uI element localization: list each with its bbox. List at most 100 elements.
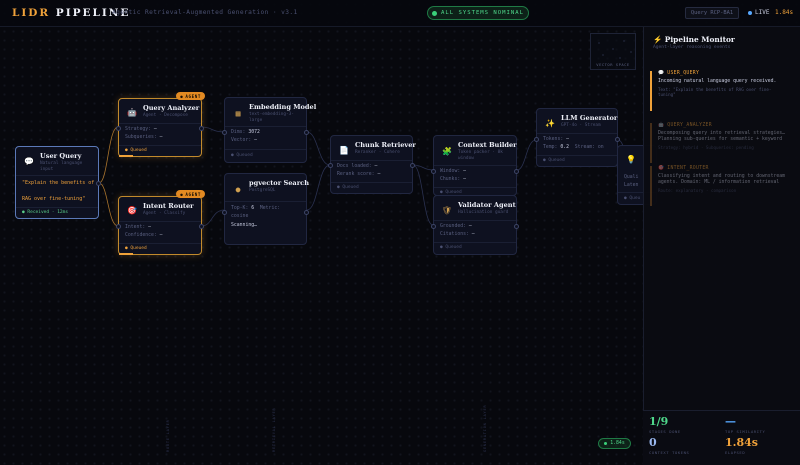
edge-chunk-context [412, 164, 434, 171]
event-title: 🎯 INTENT_ROUTER [658, 166, 709, 171]
input-port[interactable] [534, 137, 539, 142]
node-metric-tokens: Tokens: — [543, 137, 569, 142]
node-subtitle: Agent · Decompose [143, 113, 188, 118]
node-metric-intent: Intent: — [125, 225, 151, 230]
output-port[interactable] [199, 126, 204, 131]
node-metric-subqueries: Subqueries: — [125, 135, 163, 140]
event-user-query[interactable]: 💬 USER_QUERY Incoming natural language qu… [650, 71, 798, 111]
edge-router-pgvector [201, 209, 225, 227]
output-port[interactable] [410, 163, 415, 168]
node-status: ● Queued [125, 246, 147, 251]
output-port[interactable] [514, 169, 519, 174]
node-query-analyzer[interactable]: ● AGENT 🤖 Query Analyzer Agent · Decompos… [116, 92, 205, 157]
vector-space-label: VECTOR SPACE [596, 62, 630, 67]
node-embedding-model[interactable]: ▦ Embedding Model text-embedding-3- larg… [222, 97, 316, 163]
edge-query-analyzer [98, 126, 119, 184]
stats-panel: 1/9 STAGES DONE — TOP SIMILARITY 0 CONTE… [643, 410, 800, 465]
output-port[interactable] [199, 224, 204, 229]
app-subtitle: Agentic Retrieval-Augmented Generation ·… [112, 9, 298, 16]
output-port[interactable] [96, 181, 101, 186]
divider [537, 133, 617, 134]
node-pgvector-search[interactable]: ● pgvector Search PostgreSQL Top-K: 6 Me… [222, 173, 309, 245]
panel-subtitle: Agent-layer reasoning events [653, 45, 731, 50]
stat-label: ELAPSED [725, 450, 746, 455]
puzzle-icon: 🧩 [442, 146, 452, 156]
lightbulb-icon: 💡 [626, 154, 636, 164]
node-status: ● Queued [231, 153, 253, 158]
node-title: Intent Router [143, 202, 194, 210]
output-port[interactable] [514, 224, 519, 229]
input-port[interactable] [328, 163, 333, 168]
stat-similarity: — TOP SIMILARITY [725, 415, 765, 434]
progress-bar [119, 155, 133, 157]
stat-value: 1.84s [725, 436, 758, 449]
node-subtitle-2: large [249, 118, 263, 123]
node-metric-quality: Quali [624, 175, 639, 180]
input-port[interactable] [431, 169, 436, 174]
node-subtitle-2: window [458, 156, 474, 161]
node-context-builder[interactable]: 🧩 Context Builder Token packer · 8k wind… [431, 135, 519, 196]
node-status: ● Queued [125, 148, 147, 153]
bolt-icon: ⚡ [653, 35, 663, 44]
node-subtitle: Reranker · Cohere [355, 150, 400, 155]
node-metric-confidence: Confidence: — [125, 233, 163, 238]
output-port[interactable] [615, 137, 620, 142]
node-metric-chunks: Chunks: — [440, 177, 466, 182]
agent-badge: ● AGENT [176, 190, 205, 198]
event-intent-router[interactable]: 🎯 INTENT_ROUTER Classifying intent and ro… [650, 166, 798, 206]
node-status: ● Queued [440, 245, 462, 250]
node-status: ● Received · 12ms [22, 210, 69, 215]
input-port[interactable] [116, 224, 121, 229]
event-meta: Route: explanatory · comparison [658, 188, 737, 193]
node-chunk-retriever[interactable]: 📄 Chunk Retriever Reranker · Cohere Docs… [328, 135, 416, 194]
edge-chunk-validator [412, 164, 434, 226]
query-text-line2: RAG over fine-tuning" [22, 196, 86, 202]
node-intent-router[interactable]: ● AGENT 🎯 Intent Router Agent · Classify … [116, 190, 205, 255]
output-port[interactable] [304, 210, 309, 215]
node-user-query[interactable]: 💬 User Query Natural language input "Exp… [15, 146, 101, 219]
lane-label-retrieval: RETRIEVAL LAYER [272, 407, 276, 452]
node-status: ● Queued [543, 158, 565, 163]
node-validator-agent[interactable]: 🛡 Validator Agent Hallucination guard Gr… [431, 195, 519, 255]
event-title: 🤖 QUERY_ANALYZER [658, 123, 712, 128]
search-dot-icon: ● [235, 184, 241, 194]
document-icon: 📄 [339, 145, 349, 155]
chat-icon: 💬 [658, 71, 665, 76]
node-metric-latency: Laten [624, 183, 639, 188]
vector-space-minimap: VECTOR SPACE [590, 33, 636, 70]
input-port[interactable] [222, 210, 227, 215]
node-metric-docs: Docs loaded: — [337, 164, 378, 169]
query-button[interactable]: Query RCP-BA1 [685, 7, 739, 19]
divider [119, 221, 201, 222]
event-description: Incoming natural language query received… [658, 79, 777, 84]
header-elapsed: 1.84s [775, 9, 794, 16]
pipeline-monitor-panel: ⚡ Pipeline Monitor Agent-layer reasoning… [643, 27, 800, 465]
node-metric-rerank: Rerank score: — [337, 172, 381, 177]
node-metric-dims: Dims: 3072 [231, 130, 260, 135]
stat-stages: 1/9 STAGES DONE [649, 415, 681, 434]
stat-label: CONTEXT TOKENS [649, 450, 690, 455]
edge-query-router [98, 182, 119, 227]
event-description-2: Planning sub-queries for semantic + keyw… [658, 137, 783, 142]
divider [434, 242, 516, 243]
input-port[interactable] [431, 224, 436, 229]
event-query-analyzer[interactable]: 🤖 QUERY_ANALYZER Decomposing query into r… [650, 123, 798, 163]
event-title: 💬 USER_QUERY [658, 71, 700, 76]
node-title: User Query [40, 152, 82, 160]
node-title: pgvector Search [249, 179, 309, 187]
node-title: Chunk Retriever [355, 141, 416, 149]
node-llm-generator[interactable]: ✨ LLM Generator GPT-4o · Stream Tokens: … [534, 108, 620, 167]
node-title: Validator Agent [458, 201, 516, 209]
event-description-2: agents. Domain: ML / information retriev… [658, 180, 780, 185]
divider [537, 155, 617, 156]
divider [225, 126, 306, 127]
node-metric-strategy: Strategy: — [125, 127, 157, 132]
output-port[interactable] [304, 130, 309, 135]
node-metric-vector: Vector: — [231, 138, 257, 143]
input-port[interactable] [222, 130, 227, 135]
input-port[interactable] [116, 126, 121, 131]
node-metric-citations: Citations: — [440, 232, 475, 237]
timer-badge: 1.84s [598, 438, 631, 449]
node-subtitle: Hallucination guard [458, 210, 509, 215]
grid-icon: ▦ [235, 108, 241, 118]
